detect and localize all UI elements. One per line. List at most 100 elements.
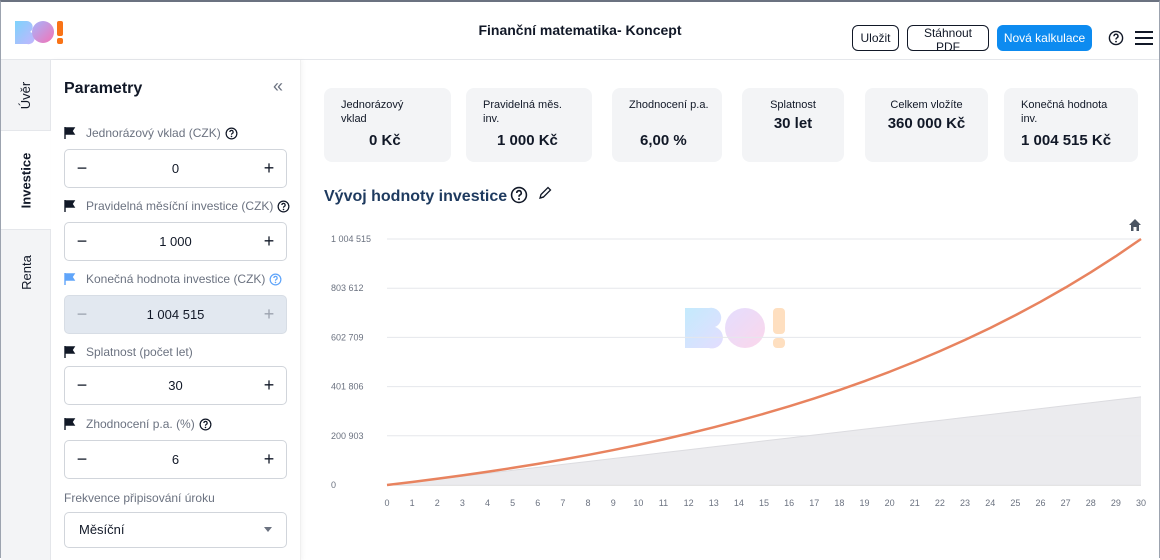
help-icon[interactable]	[225, 127, 238, 140]
increment-button: +	[263, 304, 275, 324]
increment-button[interactable]: +	[252, 367, 286, 404]
x-tick-label: 16	[784, 498, 794, 508]
x-tick-label: 15	[759, 498, 769, 508]
field-label-final-value: Konečná hodnota investice (CZK)	[64, 272, 282, 286]
decrement-button[interactable]: −	[65, 150, 99, 187]
x-tick-label: 18	[834, 498, 844, 508]
x-tick-label: 27	[1061, 498, 1071, 508]
field-label-return-rate: Zhodnocení p.a. (%)	[64, 417, 212, 431]
card-label: Jednorázový vklad	[341, 99, 404, 125]
final-value-stepper: − 1 004 515 +	[64, 295, 287, 334]
help-icon[interactable]	[1108, 30, 1124, 46]
decrement-button[interactable]: −	[65, 223, 99, 260]
monthly-investment-stepper: − 1 000 +	[64, 222, 287, 261]
flag-icon	[64, 127, 76, 139]
collapse-panel-icon[interactable]: «	[273, 77, 283, 95]
x-tick-label: 5	[510, 498, 515, 508]
tab-renta[interactable]: Renta	[1, 230, 51, 315]
menu-icon[interactable]	[1135, 31, 1153, 45]
y-tick-label: 401 806	[331, 382, 364, 392]
y-tick-label: 0	[331, 480, 336, 490]
stepper-value[interactable]: 0	[99, 150, 252, 187]
flag-icon	[64, 200, 76, 212]
top-bar: Finanční matematika- Koncept Uložit Stáh…	[1, 2, 1159, 60]
x-tick-label: 8	[586, 498, 591, 508]
field-label-text: Pravidelná měsíční investice (CZK)	[86, 199, 274, 213]
summary-card-maturity: Splatnost 30 let	[742, 88, 844, 162]
tab-uver[interactable]: Úvěr	[1, 60, 51, 130]
card-label: Celkem vložíte	[890, 99, 963, 111]
pencil-icon[interactable]	[537, 185, 553, 201]
x-tick-label: 1	[410, 498, 415, 508]
stepper-value[interactable]: 1 000	[99, 223, 252, 260]
save-button[interactable]: Uložit	[852, 25, 899, 51]
stepper-value[interactable]: 30	[99, 367, 252, 404]
stepper-value: 1 004 515	[146, 307, 205, 322]
card-value: 30 let	[773, 115, 813, 132]
x-tick-label: 3	[460, 498, 465, 508]
help-icon[interactable]	[277, 200, 290, 213]
new-calculation-button[interactable]: Nová kalkulace	[997, 25, 1092, 51]
field-label-text: Zhodnocení p.a. (%)	[86, 417, 195, 431]
field-label-monthly-investment: Pravidelná měsíční investice (CZK)	[64, 199, 290, 213]
x-tick-label: 11	[659, 498, 668, 508]
x-tick-label: 25	[1010, 498, 1020, 508]
one-time-deposit-stepper: − 0 +	[64, 149, 287, 188]
x-tick-label: 10	[633, 498, 643, 508]
frequency-select[interactable]: Měsíční	[64, 512, 287, 548]
tab-investice[interactable]: Investice	[1, 130, 51, 230]
summary-card-total-deposited: Celkem vložíte 360 000 Kč	[865, 88, 988, 162]
x-tick-label: 0	[384, 498, 389, 508]
x-tick-label: 26	[1035, 498, 1045, 508]
increment-button[interactable]: +	[252, 150, 286, 187]
flag-icon	[64, 346, 76, 358]
field-label-text: Konečná hodnota investice (CZK)	[86, 272, 266, 286]
decrement-button[interactable]: −	[65, 367, 99, 404]
chart-title: Vývoj hodnoty investice	[324, 188, 508, 205]
y-tick-label: 1 004 515	[331, 234, 371, 244]
increment-button[interactable]: +	[252, 441, 286, 478]
field-label-maturity: Splatnost (počet let)	[64, 345, 193, 359]
card-value: 1 004 515 Kč	[1021, 132, 1112, 149]
caret-down-icon	[264, 527, 272, 532]
increment-button[interactable]: +	[252, 223, 286, 260]
x-tick-label: 17	[809, 498, 819, 508]
investment-chart: 0 200 903 401 806 602 709 803 612 1 004 515 0 1…	[331, 234, 1146, 508]
card-value: 1 000 Kč	[497, 132, 558, 149]
x-tick-label: 14	[734, 498, 744, 508]
tab-label: Úvěr	[18, 81, 34, 109]
field-label-text: Frekvence připisování úroku	[64, 491, 215, 505]
x-tick-label: 19	[860, 498, 870, 508]
field-label-one-time-deposit: Jednorázový vklad (CZK)	[64, 126, 238, 140]
y-tick-label: 803 612	[331, 283, 364, 293]
x-tick-label: 13	[709, 498, 719, 508]
params-title: Parametry	[64, 80, 143, 97]
x-tick-label: 24	[985, 498, 995, 508]
summary-card-monthly-investment: Pravidelná měs. inv. 1 000 Kč	[466, 88, 592, 162]
x-tick-label: 2	[435, 498, 440, 508]
help-icon[interactable]	[269, 273, 282, 286]
side-tabs: Úvěr Investice Renta	[1, 60, 51, 560]
stepper-value[interactable]: 6	[99, 441, 252, 478]
flag-icon	[64, 418, 76, 430]
x-tick-label: 29	[1111, 498, 1121, 508]
card-label: Splatnost	[770, 99, 816, 111]
flag-icon	[64, 273, 76, 285]
decrement-button: −	[76, 304, 88, 324]
help-icon[interactable]	[510, 186, 528, 204]
summary-card-return-rate: Zhodnocení p.a. 6,00 %	[612, 88, 722, 162]
params-panel: Parametry « Jednorázový vklad (CZK) − 0 …	[51, 60, 301, 560]
x-tick-label: 6	[535, 498, 540, 508]
x-tick-label: 23	[960, 498, 970, 508]
card-value: 0 Kč	[369, 132, 401, 149]
summary-card-final-value: Konečná hodnota inv. 1 004 515 Kč	[1004, 88, 1138, 162]
y-tick-label: 200 903	[331, 431, 364, 441]
x-tick-label: 7	[560, 498, 565, 508]
download-pdf-button[interactable]: Stáhnout PDF	[907, 25, 989, 54]
summary-card-one-time-deposit: Jednorázový vklad 0 Kč	[324, 88, 451, 162]
tab-label: Renta	[18, 255, 34, 290]
decrement-button[interactable]: −	[65, 441, 99, 478]
app-window: Finanční matematika- Koncept Uložit Stáh…	[0, 0, 1160, 560]
card-label: Zhodnocení p.a.	[629, 99, 709, 111]
help-icon[interactable]	[199, 418, 212, 431]
